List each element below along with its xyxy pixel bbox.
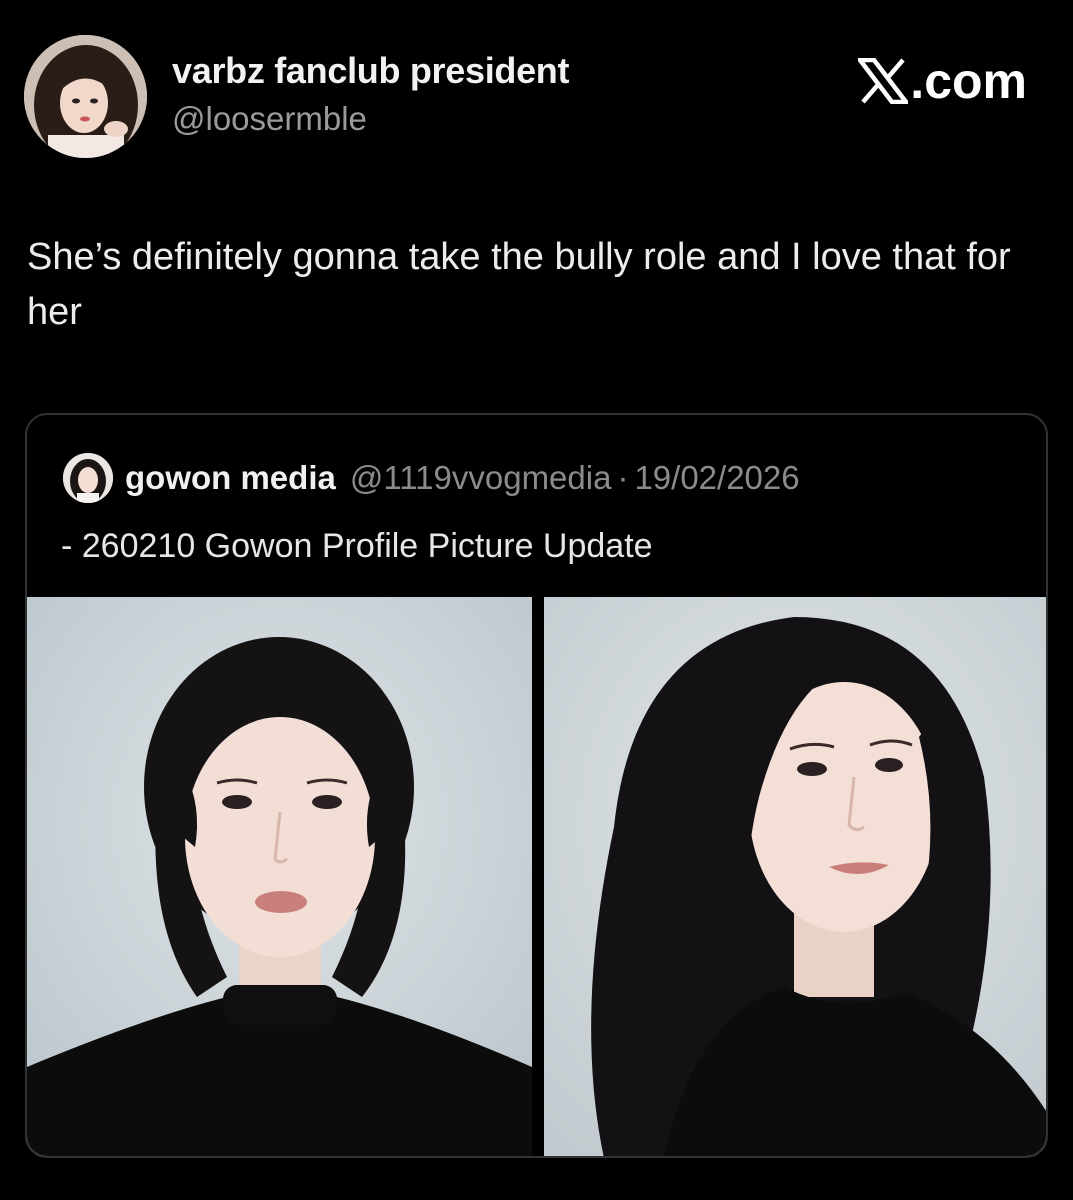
author-avatar[interactable] — [24, 35, 147, 158]
x-brand-logo: .com — [858, 52, 1027, 110]
quoted-tweet-card[interactable]: gowon media @1119vvogmedia · 19/02/2026 … — [25, 413, 1048, 1158]
quoted-author-handle[interactable]: @1119vvogmedia — [350, 459, 612, 497]
quoted-photo-2[interactable] — [544, 597, 1046, 1156]
tweet-text: She’s definitely gonna take the bully ro… — [27, 236, 1011, 333]
quoted-author-name[interactable]: gowon media — [125, 459, 336, 497]
x-logo-icon — [858, 58, 909, 104]
quoted-tweet-text: - 260210 Gowon Profile Picture Update — [61, 527, 653, 565]
brand-domain-label: .com — [910, 53, 1027, 109]
separator-dot: · — [617, 459, 629, 496]
tweet-screenshot: varbz fanclub president @loosermble .com… — [0, 0, 1073, 1200]
author-handle[interactable]: @loosermble — [172, 100, 367, 138]
quoted-tweet-header: gowon media @1119vvogmedia · 19/02/2026 — [63, 453, 800, 503]
quoted-author-avatar[interactable] — [63, 453, 113, 503]
quoted-tweet-date[interactable]: 19/02/2026 — [634, 459, 799, 497]
quoted-photo-1[interactable] — [27, 597, 532, 1156]
author-display-name[interactable]: varbz fanclub president — [172, 50, 569, 92]
